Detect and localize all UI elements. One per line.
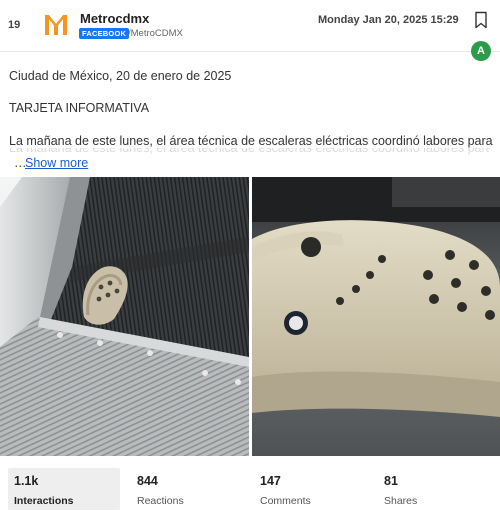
stat-shares[interactable]: 81 Shares <box>378 468 490 510</box>
stat-label: Interactions <box>14 495 74 507</box>
post-text-line: TARJETA INFORMATIVA <box>9 101 150 115</box>
faded-text: La mañana de este lunes, el área técnica… <box>9 148 489 155</box>
stat-label: Comments <box>260 495 311 507</box>
post-text-line: La mañana de este lunes, el área técnica… <box>9 134 493 148</box>
truncated-text-fade: La mañana de este lunes, el área técnica… <box>9 148 489 156</box>
post-header: 19 Metrocdmx FACEBOOK /MetroCDMX Monday … <box>0 0 500 52</box>
metro-logo-icon[interactable] <box>43 12 69 38</box>
bookmark-icon[interactable] <box>474 11 488 29</box>
stat-value: 844 <box>137 474 158 488</box>
post-rank: 19 <box>8 19 21 31</box>
stat-comments[interactable]: 147 Comments <box>254 468 366 510</box>
show-more-link[interactable]: Show more <box>25 156 88 170</box>
page-name[interactable]: Metrocdmx <box>80 11 149 26</box>
avatar[interactable]: A <box>471 41 491 61</box>
stat-label: Shares <box>384 495 418 507</box>
platform-badge: FACEBOOK <box>79 28 130 39</box>
page-handle[interactable]: /MetroCDMX <box>128 28 183 39</box>
stat-value: 81 <box>384 474 398 488</box>
stat-label: Reactions <box>137 495 184 507</box>
escalator-shoe-photo[interactable] <box>0 177 249 456</box>
stat-value: 147 <box>260 474 281 488</box>
engagement-stats: 1.1k Interactions 844 Reactions 147 Comm… <box>0 458 500 511</box>
stat-value: 1.1k <box>14 474 39 488</box>
post-date: Monday Jan 20, 2025 15:29 <box>318 14 459 26</box>
post-text-line: Ciudad de México, 20 de enero de 2025 <box>9 69 232 83</box>
clog-shoe-photo[interactable] <box>252 177 500 456</box>
stat-reactions[interactable]: 844 Reactions <box>131 468 243 510</box>
stat-interactions[interactable]: 1.1k Interactions <box>8 468 120 510</box>
